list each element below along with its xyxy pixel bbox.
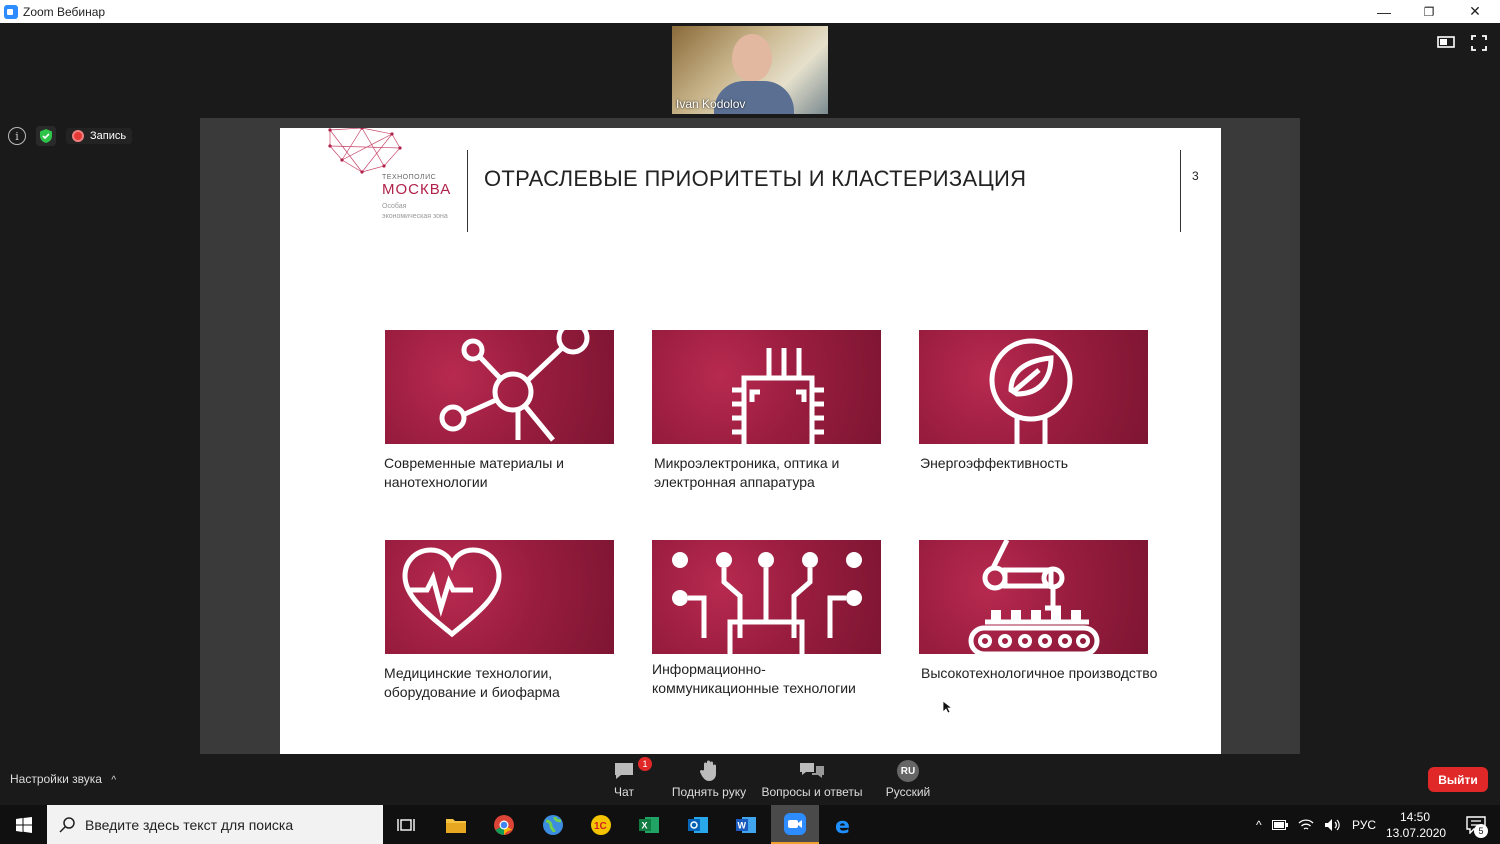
task-view-icon[interactable] <box>382 805 430 844</box>
audio-settings-button[interactable]: Настройки звука ^ <box>10 772 116 786</box>
chip-tile <box>652 330 881 444</box>
word-icon[interactable]: W <box>722 805 770 844</box>
heart-pulse-icon <box>402 547 502 638</box>
tile-caption: Высокотехнологичное производство <box>921 665 1158 681</box>
1c-app-icon[interactable]: 1C <box>577 805 625 844</box>
tile-caption: Современные материалы и нанотехнологии <box>384 455 564 490</box>
tray-expand-icon[interactable]: ^ <box>1256 818 1262 832</box>
file-explorer-icon[interactable] <box>432 805 480 844</box>
qa-button[interactable]: Вопросы и ответы <box>760 757 864 799</box>
language-icon: RU <box>897 760 919 782</box>
logo-main-text: МОСКВА <box>382 181 452 198</box>
restore-button[interactable]: ❐ <box>1406 0 1452 23</box>
battery-icon[interactable] <box>1271 819 1288 830</box>
network-tile <box>652 540 881 654</box>
taskbar-clock[interactable]: 14:50 13.07.2020 <box>1386 809 1447 841</box>
raise-hand-icon <box>700 760 716 781</box>
chevron-up-icon: ^ <box>111 775 117 786</box>
robot-arm-icon <box>968 540 1100 654</box>
qa-label: Вопросы и ответы <box>761 785 863 799</box>
tile-caption: Информационно-коммуникационные технологи… <box>652 661 856 696</box>
chat-badge: 1 <box>638 757 652 771</box>
qa-icon <box>800 763 824 778</box>
robot-tile <box>919 540 1148 654</box>
participant-head <box>732 34 772 82</box>
clock-date: 13.07.2020 <box>1386 826 1447 840</box>
divider <box>1180 150 1181 232</box>
tile-caption: Микроэлектроника, оптика и электронная а… <box>654 455 840 490</box>
leave-button[interactable]: Выйти <box>1428 767 1488 792</box>
start-button[interactable] <box>0 805 47 844</box>
raise-hand-label: Поднять руку <box>671 785 747 799</box>
zoom-taskbar-icon[interactable] <box>771 805 819 844</box>
svg-text:1C: 1C <box>594 821 607 832</box>
recording-indicator[interactable]: Запись <box>66 128 133 144</box>
language-button[interactable]: RU Русский <box>882 757 934 799</box>
shield-icon[interactable] <box>36 126 56 146</box>
notifications-icon[interactable]: 5 <box>1452 805 1500 844</box>
network-icon <box>672 552 862 654</box>
notifications-count: 5 <box>1474 824 1488 838</box>
meeting-status-bar: i Запись <box>8 126 133 146</box>
meeting-toolbar: Настройки звука ^ 1 Чат Поднять руку Воп… <box>0 755 1500 805</box>
wifi-icon[interactable] <box>1298 818 1314 832</box>
participant-video[interactable]: Ivan Kodolov <box>672 26 828 114</box>
search-placeholder: Введите здесь текст для поиска <box>85 816 294 833</box>
chip-icon <box>732 348 824 444</box>
info-icon[interactable]: i <box>8 127 26 145</box>
globe-app-icon[interactable] <box>529 805 577 844</box>
minimize-button[interactable]: — <box>1361 0 1407 23</box>
eco-bulb-icon <box>989 338 1073 444</box>
molecule-tile <box>385 330 614 444</box>
window-title: Zoom Вебинар <box>23 4 106 19</box>
meeting-stage: Ivan Kodolov i Запись ТЕХНОПОЛИС МОСКВА … <box>0 23 1500 755</box>
raise-hand-button[interactable]: Поднять руку <box>668 757 750 799</box>
audio-settings-label: Настройки звука <box>10 772 102 786</box>
language-label: Русский <box>885 785 931 799</box>
screen-share-area: ТЕХНОПОЛИС МОСКВА Особая экономическая з… <box>200 118 1300 754</box>
clock-time: 14:50 <box>1399 810 1431 824</box>
view-layout-icon[interactable] <box>1437 35 1455 49</box>
window-titlebar: Zoom Вебинар — ❐ ✕ <box>0 0 1500 23</box>
molecule-icon <box>439 330 590 442</box>
bulb-tile <box>919 330 1148 444</box>
presentation-slide: ТЕХНОПОЛИС МОСКВА Особая экономическая з… <box>280 128 1221 754</box>
logo-small-text: ТЕХНОПОЛИС <box>382 174 437 181</box>
recording-label: Запись <box>90 130 127 142</box>
svg-text:W: W <box>738 820 747 830</box>
edge-icon[interactable]: e <box>820 805 868 844</box>
divider <box>467 150 468 232</box>
close-button[interactable]: ✕ <box>1452 0 1498 23</box>
excel-icon[interactable]: X <box>625 805 673 844</box>
logo-sub-text: Особая экономическая зона <box>382 203 448 220</box>
record-dot-icon <box>72 130 84 142</box>
mouse-cursor-icon <box>942 700 952 714</box>
tile-caption: Медицинские технологии, оборудование и б… <box>384 665 560 700</box>
taskbar-search[interactable]: Введите здесь текст для поиска <box>47 805 383 844</box>
chat-label: Чат <box>614 785 634 799</box>
search-icon <box>59 816 75 833</box>
svg-text:X: X <box>642 820 648 830</box>
svg-text:e: e <box>835 814 850 836</box>
slide-heading: ОТРАСЛЕВЫЕ ПРИОРИТЕТЫ И КЛАСТЕРИЗАЦИЯ <box>484 166 1027 191</box>
keyboard-language[interactable]: РУС <box>1352 818 1376 832</box>
chrome-icon[interactable] <box>480 805 528 844</box>
fullscreen-icon[interactable] <box>1471 35 1489 51</box>
windows-taskbar: Введите здесь текст для поиска 1C X W e … <box>0 805 1500 844</box>
chat-button[interactable]: 1 Чат <box>604 757 652 799</box>
volume-icon[interactable] <box>1324 818 1342 832</box>
tile-caption: Энергоэффективность <box>920 455 1069 471</box>
chat-icon <box>615 763 633 779</box>
slide-page-number: 3 <box>1192 169 1199 183</box>
participant-name: Ivan Kodolov <box>676 97 746 111</box>
zoom-app-icon <box>4 4 18 19</box>
system-tray: ^ РУС <box>1256 805 1376 844</box>
outlook-icon[interactable] <box>674 805 722 844</box>
heart-tile <box>385 540 614 654</box>
windows-logo-icon <box>15 816 32 833</box>
